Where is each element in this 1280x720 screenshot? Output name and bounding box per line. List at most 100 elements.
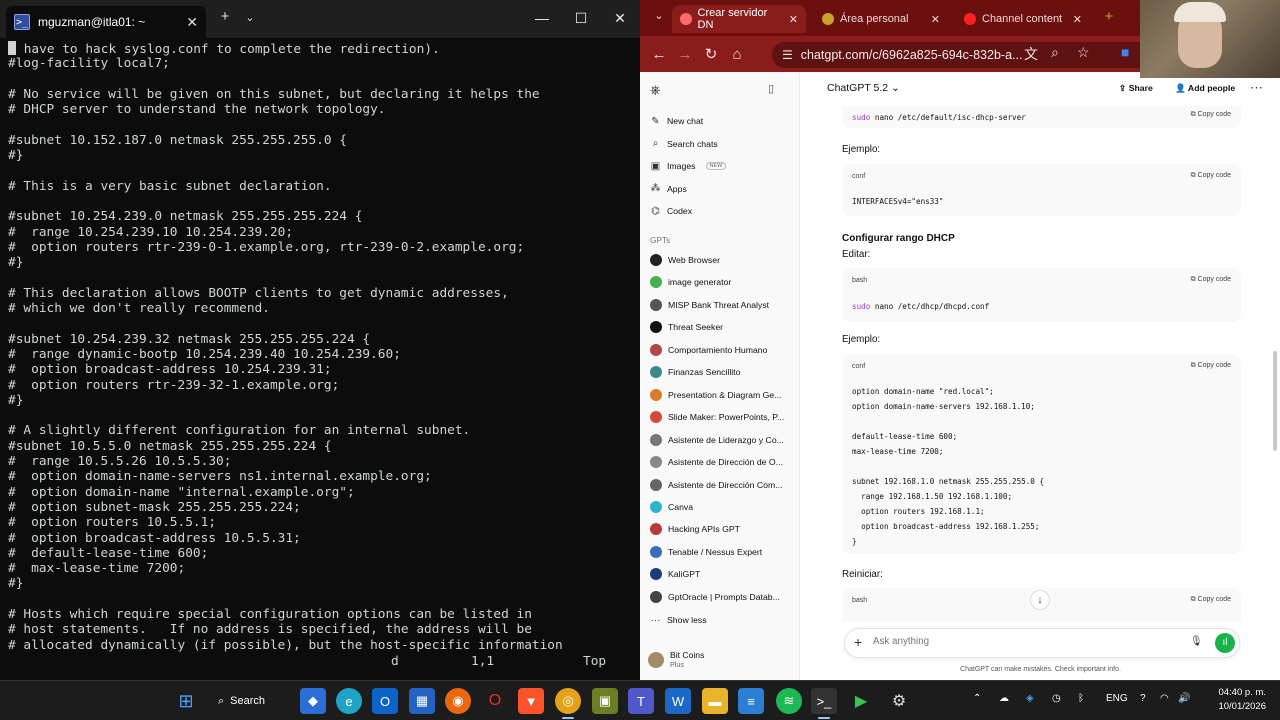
add-people-button[interactable]: 👤 Add people: [1175, 83, 1235, 94]
sidebar-gpt-item[interactable]: Slide Maker: PowerPoints, P...: [650, 407, 795, 427]
spotify-icon[interactable]: ≋: [776, 688, 802, 714]
terminal-output[interactable]: have to hack syslog.conf to complete the…: [0, 40, 640, 680]
voice-mode-icon[interactable]: ıl: [1215, 633, 1235, 653]
bluetooth-icon[interactable]: ᛒ: [1078, 693, 1084, 704]
copilot-icon[interactable]: ◆: [300, 688, 326, 714]
chat-composer[interactable]: + 🎙 ıl: [844, 628, 1240, 658]
scrollbar[interactable]: [1273, 351, 1277, 451]
model-selector[interactable]: ChatGPT 5.2 ⌄: [827, 82, 900, 94]
tab-area-personal[interactable]: Área personal ✕: [814, 5, 948, 33]
volume-icon[interactable]: 🔊: [1178, 693, 1190, 704]
terminal-tab[interactable]: >_ mguzman@itla01: ~ ✕: [6, 6, 206, 38]
microphone-icon[interactable]: 🎙: [1190, 636, 1203, 647]
back-icon[interactable]: ←: [646, 46, 672, 63]
sidebar-gpt-item[interactable]: Threat Seeker: [650, 317, 795, 337]
browser-window[interactable]: ⌄ Crear servidor DN ✕ Área personal ✕ Ch…: [640, 0, 1280, 680]
terminal-line: # option routers rtr-239-0-1.example.org…: [8, 239, 525, 255]
sidebar-item-search-chats[interactable]: ⌕ Search chats: [650, 134, 795, 154]
sidebar-gpt-item[interactable]: Asistente de Liderazgo y Co...: [650, 430, 795, 450]
outlook-icon[interactable]: O: [372, 688, 398, 714]
sidebar-gpt-item[interactable]: image generator: [650, 272, 795, 292]
close-tab-icon[interactable]: ✕: [1073, 13, 1082, 26]
close-tab-icon[interactable]: ✕: [789, 13, 798, 26]
tab-list-icon[interactable]: ⌄: [646, 9, 672, 22]
clock[interactable]: 04:40 p. m. 10/01/2026: [1206, 686, 1266, 714]
sidebar-gpt-item[interactable]: Asistente de Dirección Com...: [650, 475, 795, 495]
security-icon[interactable]: ◈: [1026, 693, 1034, 704]
sidebar-gpt-item[interactable]: Web Browser: [650, 250, 795, 270]
sidebar-gpt-item[interactable]: Hacking APIs GPT: [650, 519, 795, 539]
chevron-down-icon[interactable]: ⌄: [239, 11, 261, 24]
terminal-window[interactable]: >_ mguzman@itla01: ~ ✕ + ⌄ — ☐ ✕ have to…: [0, 0, 640, 680]
sidebar-item-label: MISP Bank Threat Analyst: [668, 299, 770, 310]
address-bar[interactable]: ☰ chatgpt.com/c/6962a825-694c-832b-a...: [772, 42, 1157, 68]
sidebar-item-new-chat[interactable]: ✎ New chat: [650, 111, 795, 131]
sidebar-gpt-item[interactable]: Presentation & Diagram Ge...: [650, 385, 795, 405]
wifi-icon[interactable]: ◠: [1160, 693, 1169, 704]
file-explorer-icon[interactable]: ▬: [702, 688, 728, 714]
chevron-up-icon[interactable]: ⌃: [973, 693, 981, 704]
openai-logo-icon[interactable]: ⎈: [650, 82, 660, 98]
sidebar-item-codex[interactable]: ⌬ Codex: [650, 201, 795, 221]
sidebar-gpt-item[interactable]: GptOracle | Prompts Datab...: [650, 587, 795, 607]
teams-icon[interactable]: T: [628, 688, 654, 714]
home-icon[interactable]: ⌂: [724, 46, 750, 63]
copy-code-button[interactable]: ⧉ Copy code: [1191, 362, 1231, 370]
settings-icon[interactable]: ⚙: [886, 688, 912, 714]
prompt-input[interactable]: [873, 636, 1173, 647]
sidebar-gpt-item[interactable]: Tenable / Nessus Expert: [650, 542, 795, 562]
sidebar-gpt-item[interactable]: Canva: [650, 497, 795, 517]
tab-crear-servidor[interactable]: Crear servidor DN ✕: [672, 5, 806, 33]
store-icon[interactable]: ▦: [409, 688, 435, 714]
bookmark-star-icon[interactable]: ☆: [1077, 44, 1090, 61]
tab-channel-content[interactable]: Channel content ✕: [956, 5, 1090, 33]
notepad-icon[interactable]: ≡: [738, 688, 764, 714]
share-button[interactable]: ⇪ Share: [1119, 83, 1153, 94]
translate-icon[interactable]: 文: [1024, 44, 1038, 64]
taskbar-search-button[interactable]: ⌕ Search: [218, 688, 284, 714]
app-icon[interactable]: ▣: [592, 688, 618, 714]
extension-icon[interactable]: ■: [1121, 44, 1129, 60]
windows-start-icon[interactable]: ⊞: [173, 688, 199, 714]
zoom-icon[interactable]: ⌕: [1051, 44, 1059, 61]
close-tab-icon[interactable]: ✕: [186, 14, 198, 31]
close-tab-icon[interactable]: ✕: [931, 13, 940, 26]
brave-icon[interactable]: ▼: [518, 688, 544, 714]
opera-icon[interactable]: O: [482, 688, 508, 714]
plus-icon[interactable]: +: [854, 634, 862, 650]
sidebar-gpt-item[interactable]: Asistente de Dirección de O...: [650, 452, 795, 472]
chrome-icon[interactable]: ◎: [555, 688, 581, 714]
copy-code-button[interactable]: ⧉ Copy code: [1191, 596, 1231, 604]
close-window-icon[interactable]: ✕: [600, 6, 640, 30]
user-profile[interactable]: Bit Coins Plus: [648, 650, 704, 669]
sidebar-gpt-item[interactable]: MISP Bank Threat Analyst: [650, 295, 795, 315]
new-tab-icon[interactable]: +: [1096, 8, 1122, 25]
clock-tray-icon[interactable]: ◷: [1052, 693, 1061, 704]
language-indicator[interactable]: ENG: [1106, 693, 1128, 704]
scroll-down-icon[interactable]: ↓: [1030, 590, 1050, 610]
sidebar-gpt-item[interactable]: Finanzas Sencillito: [650, 362, 795, 382]
firefox-icon[interactable]: ◉: [445, 688, 471, 714]
new-tab-icon[interactable]: +: [214, 8, 236, 25]
show-less-button[interactable]: ··· Show less: [650, 610, 795, 630]
reload-icon[interactable]: ↻: [698, 45, 724, 63]
forward-icon[interactable]: →: [672, 46, 698, 63]
maximize-icon[interactable]: ☐: [561, 6, 601, 30]
cloud-icon[interactable]: ☁: [999, 693, 1009, 704]
copy-code-button[interactable]: ⧉ Copy code: [1191, 276, 1231, 284]
app-icon[interactable]: ▶: [848, 688, 874, 714]
terminal-icon[interactable]: >_: [811, 688, 837, 714]
sidebar-item-images[interactable]: ▣ Images NEW: [650, 156, 795, 176]
copy-code-button[interactable]: ⧉ Copy code: [1191, 172, 1231, 180]
more-options-icon[interactable]: ⋯: [1250, 80, 1263, 96]
site-info-icon[interactable]: ☰: [782, 48, 793, 62]
copy-code-button[interactable]: ⧉ Copy code: [1191, 111, 1231, 119]
sidebar-item-apps[interactable]: ⁂ Apps: [650, 179, 795, 199]
edge-icon[interactable]: e: [336, 688, 362, 714]
sidebar-gpt-item[interactable]: KaliGPT: [650, 564, 795, 584]
help-icon[interactable]: ?: [1140, 693, 1146, 704]
sidebar-gpt-item[interactable]: Comportamiento Humano: [650, 340, 795, 360]
word-icon[interactable]: W: [665, 688, 691, 714]
toggle-sidebar-icon[interactable]: ▯: [768, 82, 774, 95]
minimize-icon[interactable]: —: [522, 6, 562, 30]
